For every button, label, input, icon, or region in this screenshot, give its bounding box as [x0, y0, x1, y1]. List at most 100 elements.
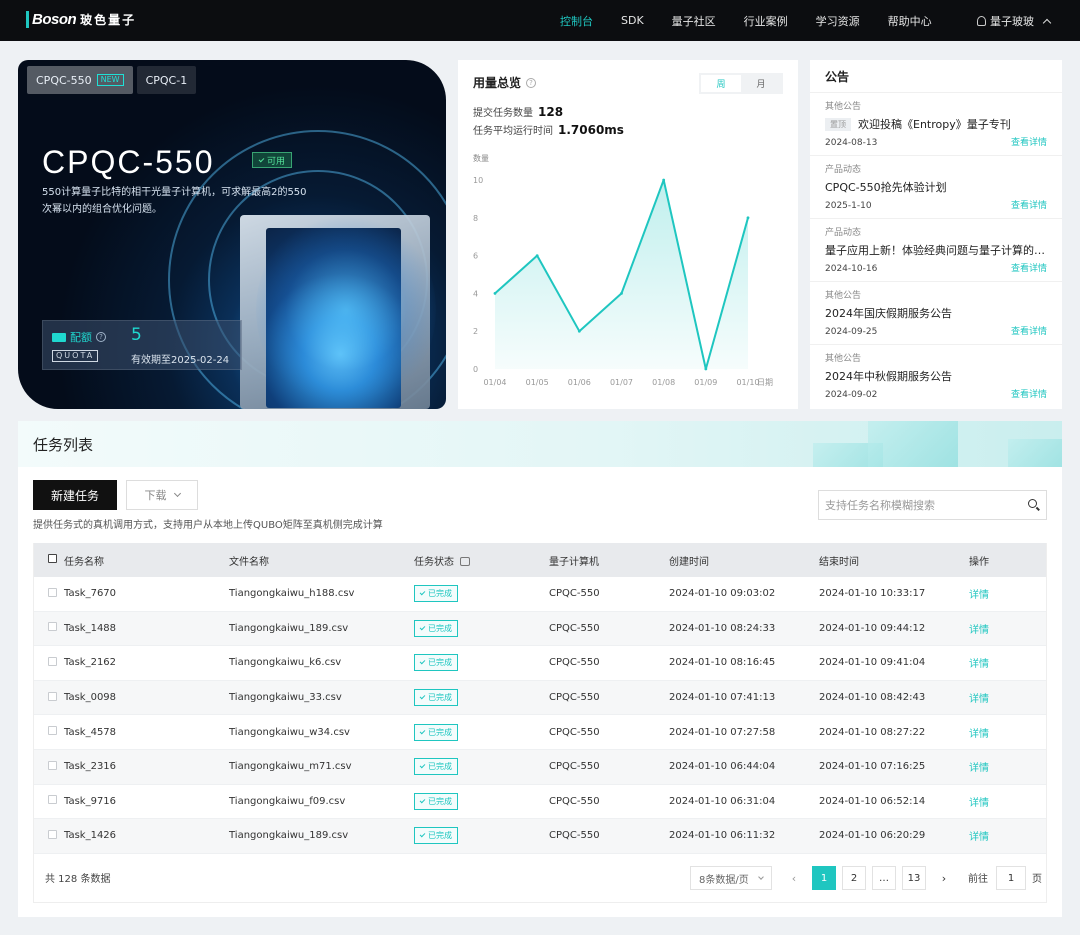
table-row[interactable]: Task_2162 Tiangongkaiwu_k6.csv 已完成 CPQC-550…	[34, 646, 1046, 681]
pagination: 共 128 条数据 8条数据/页 ‹ 1 2 … 13 › 前往 页	[33, 853, 1047, 903]
view-details-link[interactable]: 查看详情	[1011, 387, 1047, 400]
row-checkbox[interactable]	[48, 795, 57, 805]
details-link[interactable]: 详情	[969, 694, 989, 705]
tab-cpqc-1[interactable]: CPQC-1	[136, 66, 197, 94]
nav-item-console[interactable]: 控制台	[560, 13, 593, 29]
machine-name: CPQC-550	[549, 761, 600, 773]
row-checkbox[interactable]	[48, 829, 57, 839]
page-ellipsis[interactable]: …	[872, 866, 896, 890]
check-icon	[419, 624, 426, 631]
details-link[interactable]: 详情	[969, 590, 989, 601]
nav-item-community[interactable]: 量子社区	[672, 13, 716, 29]
toggle-week[interactable]: 周	[701, 75, 741, 92]
user-menu[interactable]: 量子玻玻	[977, 13, 1052, 29]
chevron-up-icon	[1042, 18, 1052, 27]
usage-title: 用量总览 ?	[473, 74, 537, 91]
table-row[interactable]: Task_9716 Tiangongkaiwu_f09.csv 已完成 CPQC-55…	[34, 785, 1046, 820]
nav-item-learning[interactable]: 学习资源	[816, 13, 860, 29]
row-checkbox[interactable]	[48, 622, 57, 632]
table-row[interactable]: Task_7670 Tiangongkaiwu_h188.csv 已完成 CPQC-5…	[34, 577, 1046, 612]
file-name: Tiangongkaiwu_m71.csv	[229, 761, 352, 773]
data-point	[704, 367, 708, 371]
cube-decoration	[1008, 439, 1062, 467]
status-badge: 可用	[252, 152, 293, 168]
row-checkbox[interactable]	[48, 760, 57, 770]
nav-item-help[interactable]: 帮助中心	[888, 13, 932, 29]
row-checkbox[interactable]	[48, 656, 57, 666]
search-icon[interactable]	[1028, 499, 1037, 508]
notice-item[interactable]: 其他公告 置顶 欢迎投稿《Entropy》量子专刊 2024-08-13 查看详情	[810, 92, 1062, 155]
row-checkbox[interactable]	[48, 691, 57, 701]
details-link[interactable]: 详情	[969, 729, 989, 740]
search-input[interactable]	[819, 492, 1014, 518]
select-all-checkbox[interactable]	[48, 554, 57, 563]
details-link[interactable]: 详情	[969, 763, 989, 774]
cube-decoration	[868, 421, 958, 467]
notice-category: 其他公告	[825, 102, 862, 112]
filter-icon[interactable]	[460, 557, 470, 566]
created-time: 2024-01-10 09:03:02	[669, 588, 776, 600]
status-badge-label: 已完成	[428, 589, 452, 599]
quota-label: 配额 ?	[52, 329, 106, 345]
total-count: 共 128 条数据	[45, 874, 111, 885]
logo[interactable]: Boson 玻色量子	[26, 11, 136, 28]
view-details-link[interactable]: 查看详情	[1011, 324, 1047, 337]
status-cell: 已完成	[414, 654, 549, 672]
view-details-link[interactable]: 查看详情	[1011, 198, 1047, 211]
created-time: 2024-01-10 06:11:32	[669, 830, 776, 842]
file-name: Tiangongkaiwu_w34.csv	[229, 726, 350, 738]
prev-page-button[interactable]: ‹	[784, 866, 804, 890]
machine-hero-card: CPQC-550 NEW CPQC-1 CPQC-550 可用 550计算量子比…	[18, 60, 446, 409]
created-time: 2024-01-10 07:27:58	[669, 726, 776, 738]
table-row[interactable]: Task_1488 Tiangongkaiwu_189.csv 已完成 CPQC-55…	[34, 611, 1046, 647]
page-button-1[interactable]: 1	[812, 866, 836, 890]
page-button-13[interactable]: 13	[902, 866, 926, 890]
row-select-cell	[48, 622, 62, 634]
table-row[interactable]: Task_4578 Tiangongkaiwu_w34.csv 已完成 CPQC-55…	[34, 715, 1046, 750]
notice-item[interactable]: 产品动态 CPQC-550抢先体验计划 2025-1-10 查看详情	[810, 155, 1062, 218]
new-task-button[interactable]: 新建任务	[33, 480, 117, 510]
action-cell: 详情	[969, 690, 1039, 705]
details-link[interactable]: 详情	[969, 625, 989, 636]
quota-sublabel: QUOTA	[52, 350, 99, 362]
table-row[interactable]: Task_0098 Tiangongkaiwu_33.csv 已完成 CPQC-550…	[34, 680, 1046, 716]
machine-name: CPQC-550	[549, 830, 600, 842]
notice-item[interactable]: 产品动态 量子应用上新！体验经典问题与量子计算的… 2024-10-16 查看详…	[810, 218, 1062, 281]
toggle-month[interactable]: 月	[741, 75, 781, 92]
status-badge: 已完成	[414, 827, 458, 845]
next-page-button[interactable]: ›	[934, 866, 954, 890]
status-cell: 已完成	[414, 827, 549, 845]
help-icon[interactable]: ?	[96, 332, 106, 342]
notice-item[interactable]: 其他公告 2024年国庆假期服务公告 2024-09-25 查看详情	[810, 281, 1062, 344]
row-select-cell	[48, 587, 62, 600]
y-tick-label: 0	[473, 365, 478, 374]
tab-cpqc-550[interactable]: CPQC-550 NEW	[27, 66, 133, 94]
notice-item-title: 2024年国庆假期服务公告	[825, 307, 952, 320]
notice-item[interactable]: 其他公告 2024年中秋假期服务公告 2024-09-02 查看详情	[810, 344, 1062, 407]
row-checkbox[interactable]	[48, 587, 57, 597]
page-size-select[interactable]: 8条数据/页	[690, 866, 772, 890]
details-link[interactable]: 详情	[969, 798, 989, 809]
nav-item-sdk[interactable]: SDK	[621, 14, 644, 27]
task-list-hint: 提供任务式的真机调用方式，支持用户从本地上传QUBO矩阵至真机侧完成计算	[33, 520, 383, 531]
details-link[interactable]: 详情	[969, 832, 989, 843]
row-checkbox[interactable]	[48, 726, 57, 736]
table-row[interactable]: Task_2316 Tiangongkaiwu_m71.csv 已完成 CPQC-55…	[34, 749, 1046, 785]
machine-tabs: CPQC-550 NEW CPQC-1	[27, 66, 197, 94]
download-dropdown[interactable]: 下载	[126, 480, 198, 510]
check-icon	[419, 589, 426, 596]
ended-time: 2024-01-10 09:41:04	[819, 657, 926, 669]
details-link[interactable]: 详情	[969, 659, 989, 670]
x-tick-label: 01/04	[483, 378, 506, 387]
view-details-link[interactable]: 查看详情	[1011, 261, 1047, 274]
status-badge-label: 已完成	[428, 693, 452, 703]
page-button-2[interactable]: 2	[842, 866, 866, 890]
status-badge: 已完成	[414, 723, 458, 741]
goto-page-input[interactable]	[996, 866, 1026, 890]
help-icon[interactable]: ?	[526, 77, 537, 88]
nav-item-cases[interactable]: 行业案例	[744, 13, 788, 29]
notice-item-title: 置顶 欢迎投稿《Entropy》量子专刊	[825, 116, 1047, 132]
table-row[interactable]: Task_1426 Tiangongkaiwu_189.csv 已完成 CPQC-55…	[34, 819, 1046, 854]
ended-time: 2024-01-10 08:27:22	[819, 726, 926, 738]
view-details-link[interactable]: 查看详情	[1011, 135, 1047, 148]
